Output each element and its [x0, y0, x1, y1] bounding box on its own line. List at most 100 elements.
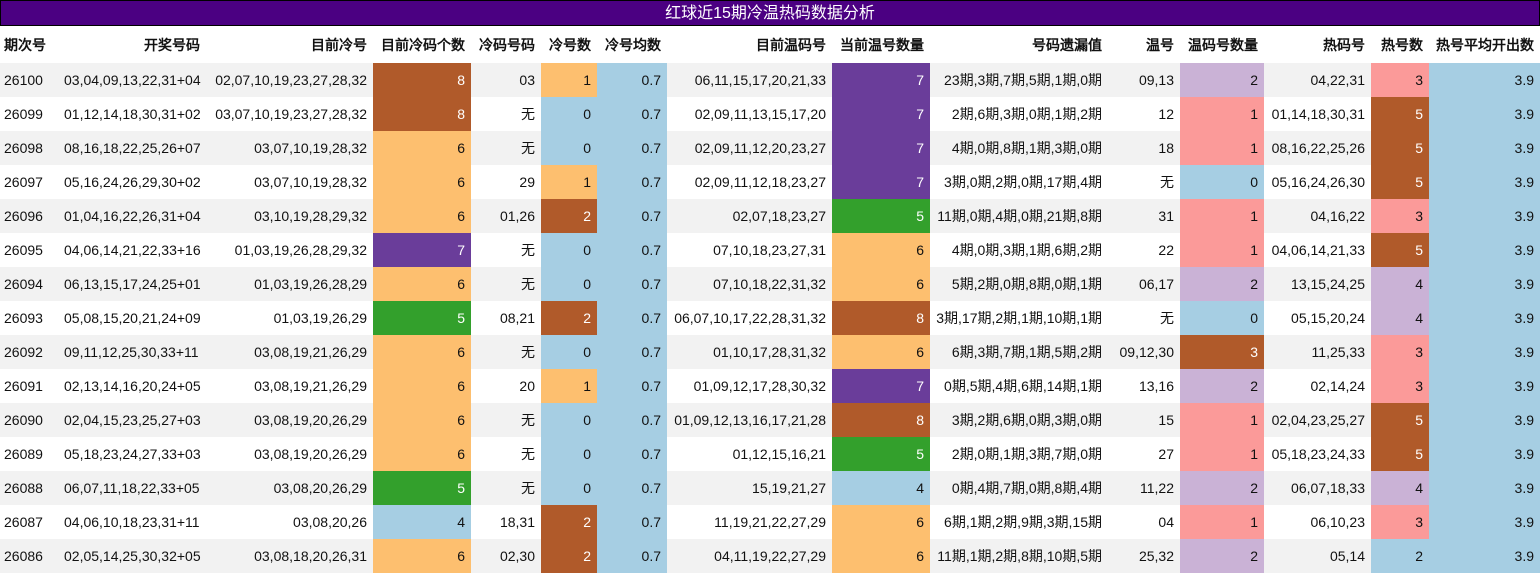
omission-cell: 3期,0期,2期,0期,17期,4期 [930, 165, 1108, 199]
cold-numbers-cell: 无 [471, 403, 541, 437]
omission-cell: 3期,17期,2期,1期,10期,1期 [930, 301, 1108, 335]
warm-count-cell: 7 [832, 369, 930, 403]
warm-count-cell: 8 [832, 403, 930, 437]
hot-count-cell: 3 [1371, 335, 1429, 369]
table-row: 26099 01,12,14,18,30,31+02 03,07,10,19,23,… [0, 97, 1540, 131]
hot-count-cell: 5 [1371, 131, 1429, 165]
hot-avg-cell: 3.9 [1429, 199, 1540, 233]
table-row: 26097 05,16,24,26,29,30+02 03,07,10,19,28,… [0, 165, 1540, 199]
draw-numbers-cell: 01,12,14,18,30,31+02 [60, 97, 206, 131]
hot-avg-cell: 3.9 [1429, 233, 1540, 267]
warm-numbers-cell: 22 [1108, 233, 1180, 267]
cold-numbers-cell: 无 [471, 437, 541, 471]
hot-numbers-cell: 06,10,23 [1264, 505, 1371, 539]
cold-count-cell: 4 [373, 505, 471, 539]
cold-avg-cell: 0.7 [597, 131, 667, 165]
hot-avg-cell: 3.9 [1429, 471, 1540, 505]
table-row: 26092 09,11,12,25,30,33+11 03,08,19,21,26,… [0, 335, 1540, 369]
warm-count-cell: 6 [832, 539, 930, 573]
cold-avg-cell: 0.7 [597, 335, 667, 369]
cold-hits-cell: 0 [541, 233, 597, 267]
hot-avg-cell: 3.9 [1429, 437, 1540, 471]
hot-count-cell: 4 [1371, 471, 1429, 505]
cold-avg-cell: 0.7 [597, 267, 667, 301]
hot-avg-cell: 3.9 [1429, 97, 1540, 131]
col-header-warm-numbers: 温号 [1108, 27, 1180, 63]
current-cold-cell: 03,07,10,19,23,27,28,32 [206, 97, 373, 131]
draw-numbers-cell: 02,13,14,16,20,24+05 [60, 369, 206, 403]
omission-cell: 0期,4期,7期,0期,8期,4期 [930, 471, 1108, 505]
warm-hit-count-cell: 0 [1180, 165, 1264, 199]
hot-avg-cell: 3.9 [1429, 131, 1540, 165]
warm-count-cell: 7 [832, 97, 930, 131]
cold-numbers-cell: 无 [471, 233, 541, 267]
omission-cell: 6期,3期,7期,1期,5期,2期 [930, 335, 1108, 369]
cold-hits-cell: 2 [541, 199, 597, 233]
hot-numbers-cell: 13,15,24,25 [1264, 267, 1371, 301]
cold-count-cell: 6 [373, 403, 471, 437]
hot-avg-cell: 3.9 [1429, 63, 1540, 97]
warm-hit-count-cell: 1 [1180, 131, 1264, 165]
current-warm-cell: 06,11,15,17,20,21,33 [667, 63, 832, 97]
period-cell: 26094 [0, 267, 60, 301]
cold-hits-cell: 2 [541, 539, 597, 573]
current-warm-cell: 01,09,12,13,16,17,21,28 [667, 403, 832, 437]
hot-avg-cell: 3.9 [1429, 539, 1540, 573]
warm-count-cell: 6 [832, 505, 930, 539]
omission-cell: 6期,1期,2期,9期,3期,15期 [930, 505, 1108, 539]
warm-hit-count-cell: 1 [1180, 233, 1264, 267]
warm-numbers-cell: 27 [1108, 437, 1180, 471]
cold-avg-cell: 0.7 [597, 199, 667, 233]
omission-cell: 11期,1期,2期,8期,10期,5期 [930, 539, 1108, 573]
period-cell: 26092 [0, 335, 60, 369]
col-header-current-warm: 目前温码号 [667, 27, 832, 63]
current-cold-cell: 03,08,19,21,26,29 [206, 335, 373, 369]
hot-count-cell: 3 [1371, 199, 1429, 233]
current-warm-cell: 01,09,12,17,28,30,32 [667, 369, 832, 403]
table-row: 26091 02,13,14,16,20,24+05 03,08,19,21,26,… [0, 369, 1540, 403]
current-warm-cell: 02,09,11,12,18,23,27 [667, 165, 832, 199]
hot-count-cell: 2 [1371, 539, 1429, 573]
draw-numbers-cell: 09,11,12,25,30,33+11 [60, 335, 206, 369]
cold-count-cell: 8 [373, 63, 471, 97]
warm-count-cell: 7 [832, 63, 930, 97]
hot-numbers-cell: 11,25,33 [1264, 335, 1371, 369]
period-cell: 26090 [0, 403, 60, 437]
hot-count-cell: 5 [1371, 165, 1429, 199]
draw-numbers-cell: 06,07,11,18,22,33+05 [60, 471, 206, 505]
hot-avg-cell: 3.9 [1429, 301, 1540, 335]
hot-numbers-cell: 05,14 [1264, 539, 1371, 573]
current-cold-cell: 01,03,19,26,28,29,32 [206, 233, 373, 267]
warm-numbers-cell: 06,17 [1108, 267, 1180, 301]
cold-count-cell: 8 [373, 97, 471, 131]
cold-count-cell: 6 [373, 437, 471, 471]
cold-hits-cell: 2 [541, 301, 597, 335]
col-header-cold-hits: 冷号数 [541, 27, 597, 63]
cold-hits-cell: 2 [541, 505, 597, 539]
hot-avg-cell: 3.9 [1429, 369, 1540, 403]
col-header-cold-numbers: 冷码号码 [471, 27, 541, 63]
warm-count-cell: 5 [832, 199, 930, 233]
cold-avg-cell: 0.7 [597, 233, 667, 267]
warm-numbers-cell: 25,32 [1108, 539, 1180, 573]
current-cold-cell: 03,08,20,26 [206, 505, 373, 539]
cold-hits-cell: 1 [541, 369, 597, 403]
cold-count-cell: 6 [373, 369, 471, 403]
hot-numbers-cell: 06,07,18,33 [1264, 471, 1371, 505]
period-cell: 26091 [0, 369, 60, 403]
cold-hits-cell: 0 [541, 471, 597, 505]
current-warm-cell: 02,09,11,13,15,17,20 [667, 97, 832, 131]
table-row: 26096 01,04,16,22,26,31+04 03,10,19,28,29,… [0, 199, 1540, 233]
header-row: 期次号 开奖号码 目前冷号 目前冷码个数 冷码号码 冷号数 冷号均数 目前温码号 当前温号数量号… [0, 27, 1540, 63]
cold-count-cell: 6 [373, 335, 471, 369]
table-row: 26098 08,16,18,22,25,26+07 03,07,10,19,28,… [0, 131, 1540, 165]
warm-count-cell: 6 [832, 335, 930, 369]
cold-count-cell: 6 [373, 131, 471, 165]
hot-count-cell: 4 [1371, 267, 1429, 301]
hot-numbers-cell: 05,18,23,24,33 [1264, 437, 1371, 471]
cold-count-cell: 6 [373, 539, 471, 573]
draw-numbers-cell: 05,08,15,20,21,24+09 [60, 301, 206, 335]
col-header-current-cold: 目前冷号 [206, 27, 373, 63]
draw-numbers-cell: 05,16,24,26,29,30+02 [60, 165, 206, 199]
current-warm-cell: 15,19,21,27 [667, 471, 832, 505]
